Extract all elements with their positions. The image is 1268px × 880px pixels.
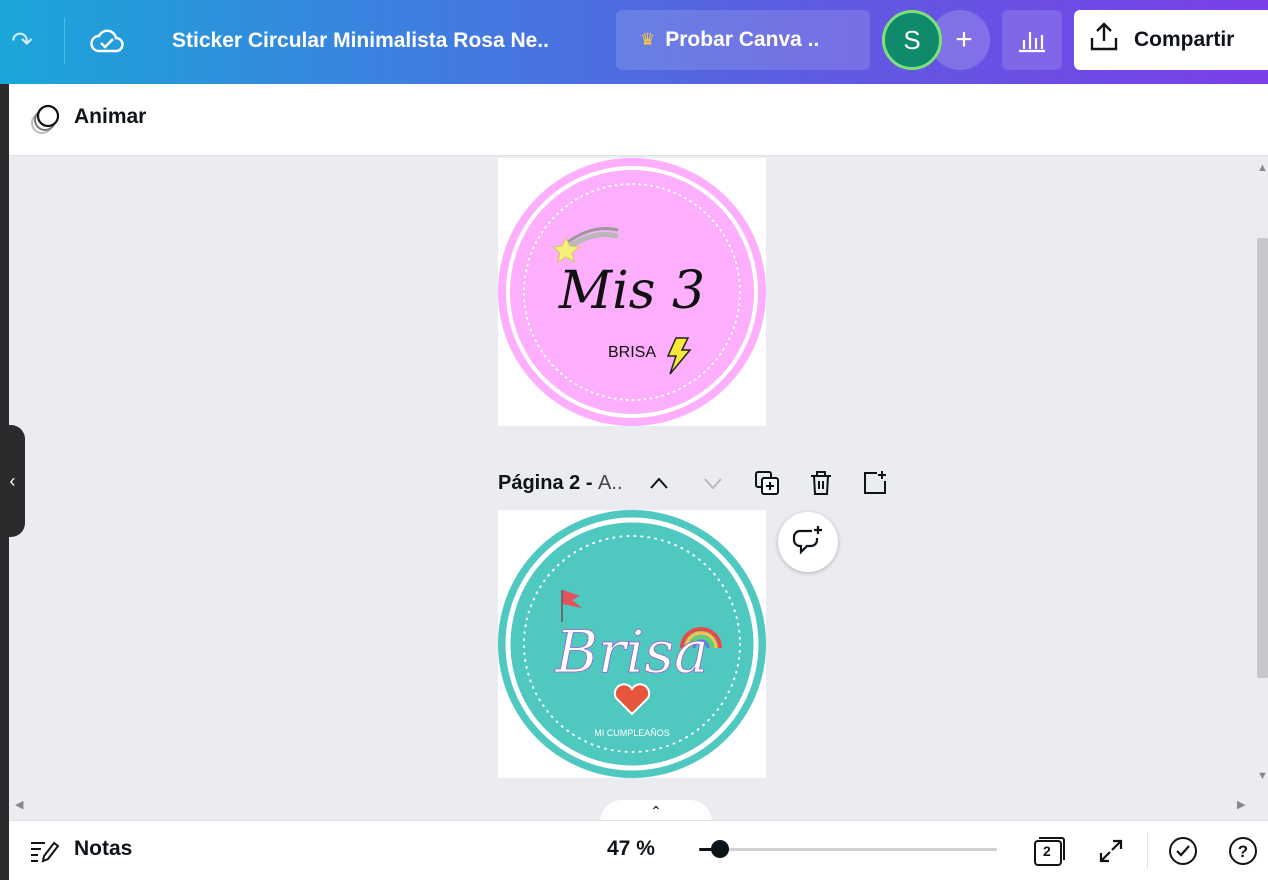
page-2-title-main: Página 2 - — [498, 471, 593, 494]
zoom-slider-handle[interactable] — [710, 840, 729, 858]
scroll-right-arrow-icon[interactable]: ▶ — [1237, 798, 1245, 811]
document-title[interactable]: Sticker Circular Minimalista Rosa Ne.. — [172, 24, 549, 58]
design-page-1[interactable]: Mis 3 BRISA — [498, 158, 766, 426]
add-page-icon[interactable] — [858, 466, 892, 500]
move-page-down-icon[interactable] — [696, 466, 730, 500]
chevron-up-icon: ⌃ — [650, 802, 662, 819]
sticker-1-title: Mis 3 — [558, 261, 705, 321]
try-canva-label: Probar Canva .. — [665, 28, 820, 51]
divider — [64, 18, 65, 64]
sticker-2-subtitle: MI CUMPLEAÑOS — [594, 728, 670, 738]
redo-icon[interactable]: ↷ — [0, 22, 44, 60]
avatar[interactable]: S — [882, 10, 942, 70]
notes-icon[interactable] — [29, 837, 60, 865]
delete-page-icon[interactable] — [804, 466, 838, 500]
scroll-up-arrow-icon[interactable]: ▲ — [1257, 162, 1268, 174]
page-2-header[interactable]: Página 2 - A.. — [498, 466, 623, 500]
scroll-down-arrow-icon[interactable]: ▼ — [1257, 770, 1268, 782]
checkmark-circle-icon[interactable] — [1165, 833, 1201, 869]
fullscreen-icon[interactable] — [1093, 833, 1129, 869]
help-icon[interactable]: ? — [1225, 833, 1261, 869]
share-upload-icon — [1088, 22, 1120, 58]
page-count: 2 — [1043, 843, 1051, 859]
share-label: Compartir — [1134, 28, 1235, 51]
share-button[interactable]: Compartir — [1074, 10, 1268, 70]
chevron-left-icon: ‹ — [9, 470, 16, 491]
add-comment-button[interactable] — [778, 512, 838, 572]
animate-button[interactable]: Animar — [74, 105, 146, 129]
move-page-up-icon[interactable] — [642, 466, 676, 500]
duplicate-page-icon[interactable] — [750, 466, 784, 500]
divider — [1147, 833, 1148, 869]
context-toolbar: Animar — [9, 84, 1268, 156]
sticker-2-title: Brisa — [554, 618, 708, 686]
sticker-pink: Mis 3 BRISA — [498, 158, 766, 426]
animate-icon[interactable] — [29, 102, 63, 136]
sticker-teal: Brisa MI CUMPLEAÑOS — [498, 510, 766, 778]
notes-button[interactable]: Notas — [74, 837, 132, 861]
expand-side-panel-button[interactable]: ‹ — [0, 425, 25, 537]
bottom-bar: Notas 47 % 2 ? — [9, 820, 1268, 880]
vertical-scroll-thumb[interactable] — [1257, 238, 1268, 678]
try-canva-pro-button[interactable]: ♛ Probar Canva .. — [616, 10, 870, 70]
page-grid-view-button[interactable]: 2 — [1031, 833, 1067, 869]
insights-chart-icon[interactable] — [1002, 10, 1062, 70]
svg-text:?: ? — [1238, 842, 1248, 861]
top-bar: ↷ Sticker Circular Minimalista Rosa Ne..… — [0, 0, 1268, 84]
page-2-title[interactable]: Página 2 - A.. — [498, 472, 623, 495]
comment-plus-icon — [792, 525, 824, 560]
crown-icon: ♛ — [640, 30, 656, 49]
cloud-saved-icon[interactable] — [86, 22, 128, 60]
design-page-2[interactable]: Brisa MI CUMPLEAÑOS — [498, 510, 766, 778]
expand-pages-panel-button[interactable]: ⌃ — [600, 800, 712, 822]
zoom-slider-track[interactable] — [699, 848, 997, 851]
page-2-title-sub: A.. — [598, 471, 623, 494]
scroll-left-arrow-icon[interactable]: ◀ — [15, 798, 23, 811]
sticker-1-subtitle: BRISA — [608, 344, 656, 361]
zoom-percentage[interactable]: 47 % — [607, 837, 655, 861]
